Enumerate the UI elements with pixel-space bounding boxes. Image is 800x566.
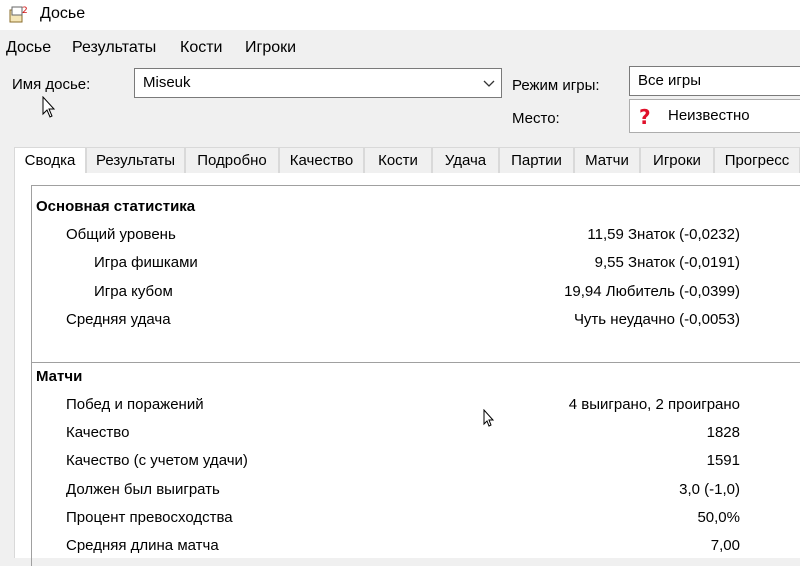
row-label-luck-adjusted-quality: Качество (с учетом удачи) xyxy=(66,452,248,469)
row-value-average-match-length: 7,00 xyxy=(710,537,740,554)
game-mode-combo[interactable]: Все игры xyxy=(629,66,800,96)
chevron-down-icon[interactable] xyxy=(483,77,495,89)
menu-players[interactable]: Игроки xyxy=(245,39,296,57)
dossier-name-label: Имя досье: xyxy=(12,76,91,93)
row-label-expected-wins: Должен был выиграть xyxy=(66,481,220,498)
row-value-expected-wins: 3,0 (-1,0) xyxy=(679,481,740,498)
menu-results[interactable]: Результаты xyxy=(72,39,156,57)
tab-quality[interactable]: Качество xyxy=(279,147,364,173)
place-field[interactable]: ? Неизвестно xyxy=(629,99,800,133)
section-divider xyxy=(32,362,800,363)
place-value: Неизвестно xyxy=(668,107,750,124)
section-title-matches: Матчи xyxy=(36,368,83,385)
row-value-cube-play: 19,94 Любитель (-0,0399) xyxy=(564,283,740,300)
row-label-superiority-percent: Процент превосходства xyxy=(66,509,233,526)
row-value-overall-level: 11,59 Знаток (-0,0232) xyxy=(587,226,740,243)
title-bar: 2 Досье xyxy=(0,0,800,30)
row-label-wins-losses: Побед и поражений xyxy=(66,396,204,413)
svg-text:?: ? xyxy=(639,106,651,128)
tab-progress[interactable]: Прогресс xyxy=(714,147,800,173)
tab-detailed[interactable]: Подробно xyxy=(185,147,279,173)
tab-results[interactable]: Результаты xyxy=(86,147,185,173)
menu-dice[interactable]: Кости xyxy=(180,39,222,57)
mouse-cursor-icon xyxy=(483,409,495,427)
tab-luck[interactable]: Удача xyxy=(432,147,499,173)
section-title-main-stats: Основная статистика xyxy=(36,198,196,215)
summary-content: Основная статистика Общий уровень 11,59 … xyxy=(14,173,800,566)
row-value-quality: 1828 xyxy=(706,424,740,441)
tab-matches[interactable]: Матчи xyxy=(574,147,640,173)
dossier-app-icon: 2 xyxy=(9,6,28,23)
dossier-name-combo[interactable]: Miseuk xyxy=(134,68,502,98)
row-label-average-match-length: Средняя длина матча xyxy=(66,537,219,554)
tab-games[interactable]: Партии xyxy=(499,147,574,173)
summary-panel: Основная статистика Общий уровень 11,59 … xyxy=(31,185,800,566)
game-mode-label: Режим игры: xyxy=(512,77,600,94)
question-mark-icon: ? xyxy=(639,106,651,128)
tab-players[interactable]: Игроки xyxy=(640,147,714,173)
row-value-average-luck: Чуть неудачно (-0,0053) xyxy=(573,311,740,328)
tab-summary[interactable]: Сводка xyxy=(14,147,86,175)
row-value-superiority-percent: 50,0% xyxy=(697,509,740,526)
dossier-name-value: Miseuk xyxy=(143,74,191,91)
row-label-checker-play: Игра фишками xyxy=(94,254,198,271)
row-value-wins-losses: 4 выиграно, 2 проиграно xyxy=(568,396,740,413)
menu-dossier[interactable]: Досье xyxy=(6,39,51,57)
tab-strip: Сводка Результаты Подробно Качество Кост… xyxy=(14,147,800,175)
game-mode-value: Все игры xyxy=(638,72,701,89)
svg-text:2: 2 xyxy=(22,6,28,16)
place-label: Место: xyxy=(512,110,560,127)
row-value-luck-adjusted-quality: 1591 xyxy=(706,452,740,469)
row-label-overall-level: Общий уровень xyxy=(66,226,176,243)
row-value-checker-play: 9,55 Знаток (-0,0191) xyxy=(594,254,740,271)
mouse-cursor-icon xyxy=(42,96,56,118)
row-label-quality: Качество xyxy=(66,424,130,441)
row-label-cube-play: Игра кубом xyxy=(94,283,173,300)
tab-dice[interactable]: Кости xyxy=(364,147,432,173)
row-label-average-luck: Средняя удача xyxy=(66,311,171,328)
window-title: Досье xyxy=(40,5,86,22)
menu-bar: Досье Результаты Кости Игроки xyxy=(0,36,800,60)
